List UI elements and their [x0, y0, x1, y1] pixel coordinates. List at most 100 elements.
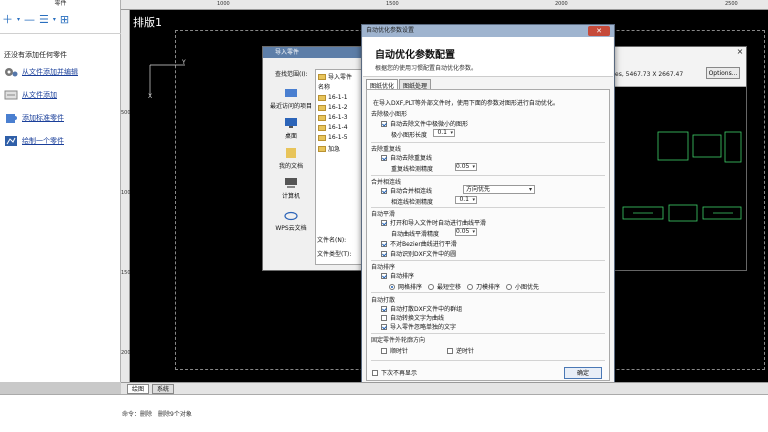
chevron-down-icon[interactable]: ▾	[53, 14, 56, 26]
merge-lines-checkbox[interactable]: 自动合并相连线	[381, 186, 432, 195]
radio-shortest-move[interactable]: 最短空移	[428, 282, 461, 291]
dialog-header: 自动优化参数配置 根据您的使用习惯配置自动优化参数。	[363, 37, 613, 77]
list-item[interactable]: 加急	[318, 144, 340, 153]
place-wps-cloud[interactable]: WPS云文档	[269, 209, 313, 232]
ruler-label: 1500	[386, 1, 399, 7]
command-line[interactable]: 命令：删除 删除9个对象	[0, 394, 768, 432]
ignore-text-checkbox[interactable]: 导入零件忽略单独的文字	[381, 322, 456, 331]
divider	[371, 292, 605, 293]
checkbox-checked[interactable]	[381, 305, 387, 312]
add-from-file-link[interactable]: 从文件添加	[4, 89, 57, 101]
place-recent[interactable]: 最近访问的项目	[269, 87, 313, 110]
add-edit-from-file-link[interactable]: 从文件添加并编辑	[4, 66, 78, 78]
look-in-label: 查找范围(I):	[275, 71, 308, 78]
options-button[interactable]: Options...	[706, 67, 740, 79]
folder-icon	[318, 114, 326, 121]
place-documents[interactable]: 我的文档	[269, 147, 313, 170]
radio-unselected[interactable]	[467, 283, 474, 290]
tab-drawing[interactable]: 绘图	[127, 383, 150, 394]
dialog-subheading: 根据您的使用习惯配置自动优化参数。	[375, 65, 478, 72]
divider	[371, 333, 605, 334]
add-icon[interactable]: ＋	[2, 14, 13, 26]
no-bezier-smooth-checkbox[interactable]: 不对Bezier曲线进行平滑	[381, 239, 457, 248]
detect-circles-checkbox[interactable]: 自动识别DXF文件中的圆	[381, 249, 456, 258]
duplicate-precision-stepper[interactable]: 0.05	[455, 163, 477, 171]
documents-icon	[286, 148, 296, 158]
folder-icon	[318, 94, 326, 101]
chevron-down-icon[interactable]: ▾	[17, 14, 20, 26]
radio-die-sort[interactable]: 刀模排序	[467, 282, 500, 291]
gear-parts-icon	[5, 68, 18, 77]
import-window-title: 导入零件	[263, 47, 371, 58]
ok-button[interactable]: 确定	[564, 367, 602, 379]
list-item[interactable]: 16-1-5	[318, 134, 348, 141]
checkbox-checked[interactable]	[381, 154, 387, 161]
divider	[371, 142, 605, 143]
list-icon[interactable]: ☰	[39, 14, 49, 26]
dont-show-again-checkbox[interactable]: 下次不再显示	[372, 368, 417, 377]
checkbox-checked[interactable]	[381, 187, 387, 194]
counterclockwise-checkbox[interactable]: 逆时针	[447, 346, 474, 355]
break-apart-group: 自动打散	[371, 297, 396, 304]
place-desktop[interactable]: 桌面	[269, 117, 313, 140]
break-groups-checkbox[interactable]: 自动打散DXF文件中的群组	[381, 304, 462, 313]
list-item[interactable]: 16-1-3	[318, 114, 348, 121]
folder-icon	[318, 73, 326, 80]
remove-small-checkbox[interactable]: 自动去除文件中极微小的图形	[381, 119, 468, 128]
radio-selected[interactable]	[389, 283, 395, 290]
preview-toolbar: × es, 5467.73 X 2667.47 Options...	[613, 47, 746, 87]
checkbox-checked[interactable]	[381, 240, 387, 247]
name-column-header[interactable]: 名称	[318, 82, 330, 91]
sort-icon[interactable]: ⊞	[60, 14, 69, 26]
list-item[interactable]: 16-1-2	[318, 104, 348, 111]
checkbox-checked[interactable]	[381, 219, 387, 226]
smooth-precision-label: 自动曲线平滑精度	[391, 231, 440, 238]
checkbox-unchecked[interactable]	[372, 369, 378, 376]
remove-duplicate-checkbox[interactable]: 自动去除重复线	[381, 153, 432, 162]
text-to-curve-checkbox[interactable]: 自动转换文字为曲线	[381, 313, 444, 322]
merge-precision-label: 相连线检测精度	[391, 199, 434, 206]
merge-direction-select[interactable]: 方向优先	[463, 185, 535, 194]
list-item[interactable]: 16-1-1	[318, 94, 348, 101]
auto-smooth-checkbox[interactable]: 打开和导入文件时自动进行曲线平滑	[381, 218, 486, 227]
draw-part-label: 绘制一个零件	[22, 137, 64, 145]
checkbox-checked[interactable]	[381, 323, 387, 330]
checkbox-checked[interactable]	[381, 120, 387, 127]
checkbox-unchecked[interactable]	[381, 314, 387, 321]
auto-sort-checkbox[interactable]: 自动排序	[381, 271, 414, 280]
divider	[371, 360, 605, 361]
close-icon[interactable]: ×	[736, 48, 744, 56]
checkbox-unchecked[interactable]	[447, 347, 453, 354]
folder-name: 导入零件	[328, 74, 353, 81]
checkbox-checked[interactable]	[381, 250, 387, 257]
place-recent-label: 最近访问的项目	[269, 103, 312, 110]
place-computer[interactable]: 计算机	[269, 177, 313, 200]
draw-part-link[interactable]: 绘制一个零件	[4, 135, 64, 147]
radio-small-first[interactable]: 小图优先	[506, 282, 539, 291]
checkbox-checked[interactable]	[381, 272, 387, 279]
folder-icon	[318, 134, 326, 141]
merge-precision-stepper[interactable]: 0.1	[455, 196, 477, 204]
clockwise-checkbox[interactable]: 顺时针	[381, 346, 408, 355]
add-standard-part-link[interactable]: 添加标准零件	[4, 112, 64, 124]
list-item[interactable]: 16-1-4	[318, 124, 348, 131]
duplicate-lines-group: 去除重复线	[371, 146, 402, 153]
close-button[interactable]: ✕	[588, 26, 610, 36]
small-length-stepper[interactable]: 0.1	[433, 129, 455, 137]
smooth-precision-stepper[interactable]: 0.05	[455, 228, 477, 236]
small-shapes-group: 去除极小图形	[371, 111, 408, 118]
remove-icon[interactable]: —	[24, 14, 35, 26]
ruler-vertical: 500 1000 1500 2000	[121, 10, 134, 382]
sheet-title: 排版1	[133, 16, 162, 29]
smooth-group: 自动平滑	[371, 211, 396, 218]
checkbox-unchecked[interactable]	[381, 347, 387, 354]
axis-y-label: Y	[182, 59, 186, 66]
radio-unselected[interactable]	[506, 283, 513, 290]
filetype-label: 文件类型(T):	[317, 251, 352, 258]
tab-system[interactable]: 系统	[152, 383, 175, 394]
add-from-file-label: 从文件添加	[22, 91, 57, 99]
radio-unselected[interactable]	[428, 283, 435, 290]
radio-grid-sort[interactable]: 网格排序	[389, 282, 422, 291]
divider	[371, 175, 605, 176]
folder-selector[interactable]: 导入零件	[318, 72, 352, 81]
